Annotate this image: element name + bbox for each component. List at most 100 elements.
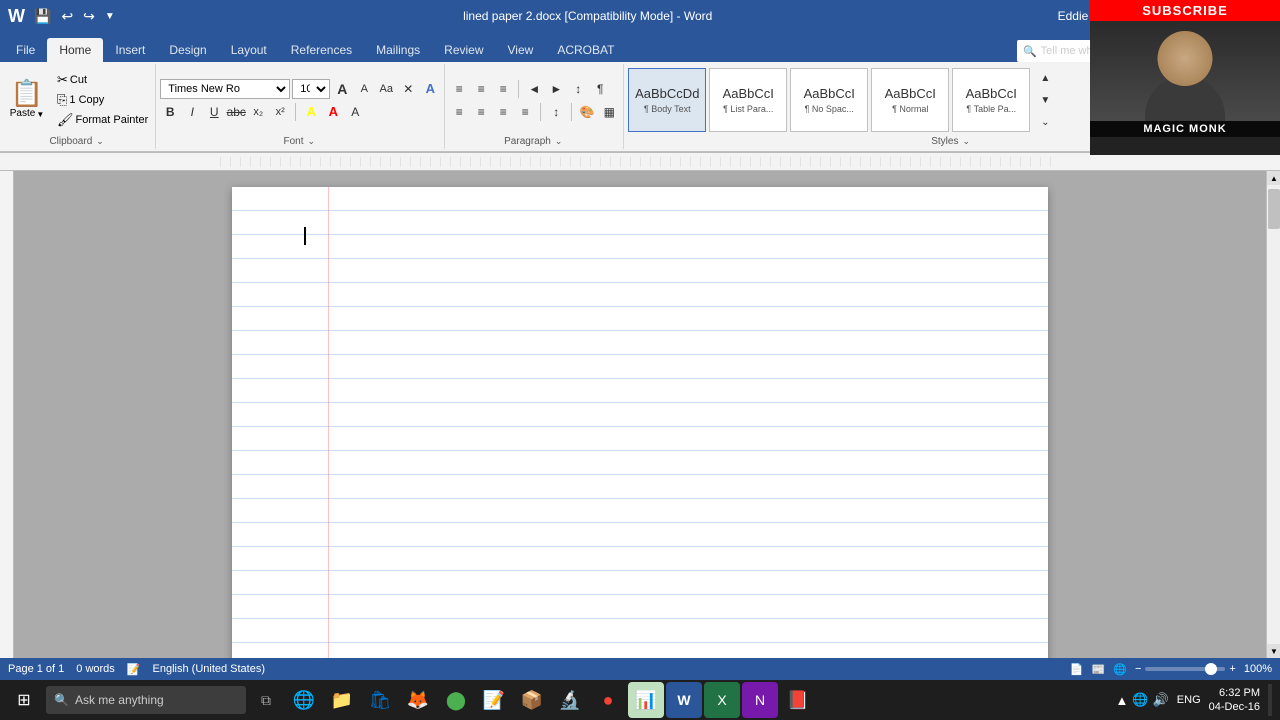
copy-button[interactable]: ⎘ 1 Copy (54, 91, 151, 110)
zoom-level[interactable]: 100% (1244, 663, 1272, 675)
page[interactable] (232, 187, 1048, 658)
undo-button[interactable]: ↩ (58, 6, 76, 27)
cut-button[interactable]: ✂ Cut (54, 71, 151, 90)
tab-home[interactable]: Home (47, 38, 103, 62)
multilevel-button[interactable]: ≡ (493, 79, 513, 99)
decrease-indent-button[interactable]: ◄ (524, 79, 544, 99)
read-mode-button[interactable]: 📄 (1070, 663, 1084, 676)
scroll-thumb[interactable] (1268, 189, 1280, 229)
clear-format-button[interactable]: ✕ (398, 79, 418, 99)
volume-icon[interactable]: 🔊 (1153, 692, 1169, 708)
scroll-track[interactable] (1267, 185, 1280, 644)
tab-acrobat[interactable]: ACROBAT (545, 38, 626, 62)
borders-button[interactable]: ▦ (599, 102, 619, 122)
styles-expand-button[interactable]: ⌄ (960, 135, 972, 148)
scroll-up-button[interactable]: ▲ (1267, 171, 1280, 185)
style-body-text[interactable]: AaBbCcDd ¶ Body Text (628, 68, 706, 132)
zoom-in-button[interactable]: + (1229, 663, 1235, 675)
store-icon[interactable]: 🛍 (362, 682, 398, 718)
document-content[interactable] (304, 227, 976, 245)
justify-button[interactable]: ≡ (515, 102, 535, 122)
show-hidden-icons[interactable]: ▲ (1116, 693, 1129, 708)
firefox-icon[interactable]: 🦊 (400, 682, 436, 718)
text-highlight-button[interactable]: A (301, 102, 321, 122)
app9-icon[interactable]: ● (590, 682, 626, 718)
font-shrink-button[interactable]: A (354, 79, 374, 99)
subscribe-banner[interactable]: SUBSCRIBE (1090, 0, 1280, 21)
show-paragraph-button[interactable]: ¶ (590, 79, 610, 99)
tab-layout[interactable]: Layout (219, 38, 279, 62)
font-size-select[interactable]: 10 (292, 79, 330, 99)
customize-qat-button[interactable]: ▼ (102, 9, 118, 24)
superscript-button[interactable]: x² (270, 102, 290, 122)
style-normal[interactable]: AaBbCcI ¶ Normal (871, 68, 949, 132)
sort-button[interactable]: ↕ (568, 79, 588, 99)
zoom-slider[interactable] (1145, 667, 1225, 671)
numbering-button[interactable]: ≡ (471, 79, 491, 99)
font-color-button[interactable]: A (323, 102, 343, 122)
align-center-button[interactable]: ≡ (471, 102, 491, 122)
tab-references[interactable]: References (279, 38, 364, 62)
clipboard-expand-button[interactable]: ⌄ (94, 135, 106, 148)
edge-icon[interactable]: 🌐 (286, 682, 322, 718)
underline-button[interactable]: U (204, 102, 224, 122)
font-grow-button[interactable]: A (332, 79, 352, 99)
strikethrough-button[interactable]: abc (226, 102, 246, 122)
onenote-icon[interactable]: N (742, 682, 778, 718)
word-taskbar-icon[interactable]: W (666, 682, 702, 718)
network-icon[interactable]: 🌐 (1132, 692, 1148, 708)
font-name-select[interactable]: Times New Ro (160, 79, 290, 99)
styles-scroll-up[interactable]: ▲ (1035, 68, 1055, 88)
tab-insert[interactable]: Insert (103, 38, 157, 62)
bullets-button[interactable]: ≡ (449, 79, 469, 99)
align-left-button[interactable]: ≡ (449, 102, 469, 122)
language-label-taskbar[interactable]: ENG (1177, 694, 1201, 706)
style-list-para[interactable]: AaBbCcI ¶ List Para... (709, 68, 787, 132)
app7-icon[interactable]: 📦 (514, 682, 550, 718)
save-button[interactable]: 💾 (31, 6, 54, 27)
start-button[interactable]: ⊞ (4, 680, 44, 720)
web-layout-button[interactable]: 🌐 (1113, 663, 1127, 676)
proofing-icon[interactable]: 📝 (127, 663, 141, 676)
clock[interactable]: 6:32 PM 04-Dec-16 (1209, 686, 1260, 715)
zoom-thumb[interactable] (1205, 663, 1217, 675)
shading-button[interactable]: 🎨 (577, 102, 597, 122)
task-view-button[interactable]: ⧉ (248, 682, 284, 718)
italic-button[interactable]: I (182, 102, 202, 122)
styles-expand[interactable]: ⌄ (1035, 112, 1055, 132)
explorer-icon[interactable]: 📁 (324, 682, 360, 718)
paragraph-expand-button[interactable]: ⌄ (553, 135, 565, 148)
print-layout-button[interactable]: 📰 (1092, 663, 1106, 676)
page-indicator[interactable]: Page 1 of 1 (8, 663, 64, 675)
increase-indent-button[interactable]: ► (546, 79, 566, 99)
language-indicator[interactable]: English (United States) (153, 663, 266, 675)
format-painter-button[interactable]: 🖌 Format Painter (54, 111, 151, 130)
subscript-button[interactable]: x₂ (248, 102, 268, 122)
change-case-button[interactable]: Aa (376, 79, 396, 99)
tab-mailings[interactable]: Mailings (364, 38, 432, 62)
tab-file[interactable]: File (4, 38, 47, 62)
styles-scroll-down[interactable]: ▼ (1035, 90, 1055, 110)
show-desktop-button[interactable] (1268, 684, 1272, 716)
app8-icon[interactable]: 🔬 (552, 682, 588, 718)
character-shading-button[interactable]: A (345, 102, 365, 122)
style-no-space[interactable]: AaBbCcI ¶ No Spac... (790, 68, 868, 132)
pdf-icon[interactable]: 📕 (780, 682, 816, 718)
page-container[interactable] (14, 171, 1266, 658)
font-expand-button[interactable]: ⌄ (306, 135, 318, 148)
redo-button[interactable]: ↪ (80, 6, 98, 27)
tab-view[interactable]: View (496, 38, 546, 62)
bold-button[interactable]: B (160, 102, 180, 122)
text-effects-button[interactable]: A (420, 79, 440, 99)
excel-icon[interactable]: X (704, 682, 740, 718)
tab-review[interactable]: Review (432, 38, 495, 62)
taskbar-search[interactable]: 🔍 Ask me anything (46, 686, 246, 714)
word-count[interactable]: 0 words (76, 663, 115, 675)
scroll-down-button[interactable]: ▼ (1267, 644, 1280, 658)
style-table-para[interactable]: AaBbCcI ¶ Table Pa... (952, 68, 1030, 132)
paste-button[interactable]: 📋 Paste ▼ (4, 69, 50, 131)
zoom-out-button[interactable]: − (1135, 663, 1141, 675)
tab-design[interactable]: Design (157, 38, 218, 62)
sticky-notes-icon[interactable]: 📝 (476, 682, 512, 718)
app10-icon[interactable]: 📊 (628, 682, 664, 718)
